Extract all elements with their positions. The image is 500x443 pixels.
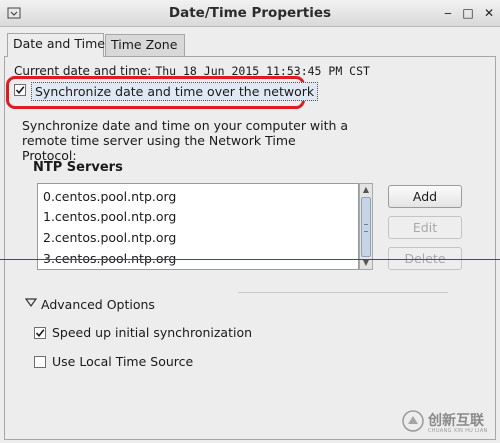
window-title: Date/Time Properties xyxy=(168,5,332,21)
list-item[interactable]: 0.centos.pool.ntp.org xyxy=(43,189,176,204)
edit-server-button[interactable]: Edit xyxy=(388,216,462,239)
speed-up-sync-label[interactable]: Speed up initial synchronization xyxy=(52,325,252,340)
ntp-list-scrollbar[interactable]: ▲ ▼ xyxy=(359,183,373,270)
list-item[interactable]: 2.centos.pool.ntp.org xyxy=(43,230,176,245)
watermark-logo-icon xyxy=(402,410,424,432)
list-item[interactable]: 1.centos.pool.ntp.org xyxy=(43,209,176,224)
close-icon[interactable]: ✕ xyxy=(482,6,496,20)
local-time-source-label[interactable]: Use Local Time Source xyxy=(52,354,193,369)
sync-checkbox[interactable] xyxy=(14,84,26,96)
add-server-button[interactable]: Add xyxy=(388,185,462,208)
local-time-source-checkbox[interactable] xyxy=(34,356,46,368)
checkmark-icon xyxy=(15,86,25,95)
expander-arrow-icon[interactable] xyxy=(25,298,37,308)
scrollbar-thumb[interactable] xyxy=(361,197,371,257)
date-time-properties-window: Date/Time Properties ‒ □ ✕ Date and Time… xyxy=(0,0,500,443)
advanced-options-expander[interactable]: Advanced Options xyxy=(41,297,155,312)
minimize-icon[interactable]: ‒ xyxy=(441,6,455,20)
ntp-servers-heading: NTP Servers xyxy=(33,160,123,175)
ntp-server-list[interactable]: 0.centos.pool.ntp.org 1.centos.pool.ntp.… xyxy=(37,183,359,270)
watermark-subtitle: CHUANG XIN HU LIAN xyxy=(428,428,488,434)
divider xyxy=(238,292,448,293)
ntp-description: Synchronize date and time on your comput… xyxy=(22,118,349,163)
tab-time-zone[interactable]: Time Zone xyxy=(105,34,185,56)
watermark-brand: 创新互联 xyxy=(428,413,484,429)
grip-icon xyxy=(364,224,368,232)
tab-date-and-time[interactable]: Date and Time xyxy=(7,33,105,57)
title-bar[interactable]: Date/Time Properties ‒ □ ✕ xyxy=(0,0,500,27)
sync-checkbox-label[interactable]: Synchronize date and time over the netwo… xyxy=(31,82,319,101)
scroll-up-icon[interactable]: ▲ xyxy=(360,184,372,196)
overlay-red-line xyxy=(0,259,500,260)
speed-up-sync-checkbox[interactable] xyxy=(34,327,46,339)
maximize-icon[interactable]: □ xyxy=(461,6,475,20)
checkmark-icon xyxy=(35,329,45,338)
